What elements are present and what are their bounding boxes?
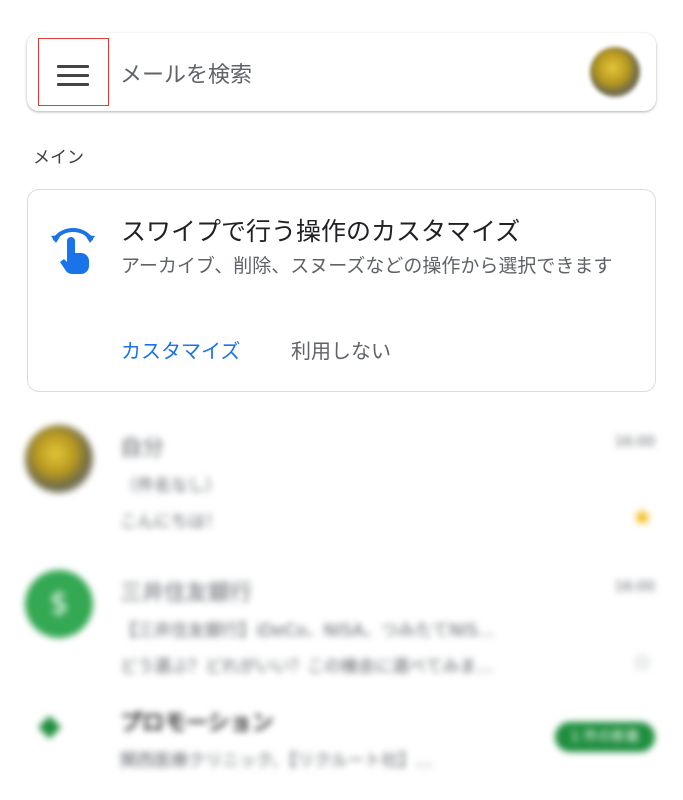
- sender: 三井住友銀行: [120, 581, 253, 606]
- new-count-badge: 1 件の新着: [555, 722, 655, 752]
- account-avatar[interactable]: [590, 47, 640, 97]
- sender: 自分: [120, 436, 165, 461]
- subject: 【三井住友銀行】iDeCo、NISA、つみたてNIS…: [120, 621, 495, 641]
- time: 16:00: [614, 434, 655, 450]
- time: 16:00: [614, 579, 655, 595]
- email-list: 自分 16:00 （件名なし） こんにちは！ ★ $ 三井住友銀行 16:00 …: [0, 405, 683, 800]
- snippet: こんにちは！: [120, 512, 222, 532]
- star-icon[interactable]: ★: [631, 503, 653, 531]
- avatar: $: [25, 570, 93, 638]
- card-title: スワイプで行う操作のカスタマイズ: [121, 217, 521, 246]
- snippet: 関西医療クリニック、【リクルート社】…: [120, 751, 433, 771]
- subject: （件名なし）: [120, 476, 222, 496]
- avatar: [25, 425, 93, 493]
- search-input[interactable]: メールを検索: [120, 57, 252, 89]
- hamburger-icon: [57, 65, 89, 68]
- search-bar[interactable]: メールを検索: [27, 33, 656, 111]
- card-description: アーカイブ、削除、スヌーズなどの操作から選択できます: [121, 255, 613, 277]
- swipe-tip-card: スワイプで行う操作のカスタマイズ アーカイブ、削除、スヌーズなどの操作から選択で…: [27, 189, 656, 392]
- menu-button[interactable]: [38, 38, 109, 106]
- star-icon[interactable]: ☆: [631, 648, 653, 676]
- snippet: どう選ぶ？どれがいい？この機会に選べてみま…: [120, 657, 494, 677]
- swipe-gesture-icon: [51, 228, 95, 274]
- sender: プロモーション: [120, 711, 274, 736]
- customize-button[interactable]: カスタマイズ: [121, 335, 240, 364]
- tag-icon: ◆: [38, 708, 62, 743]
- section-label: メイン: [33, 148, 84, 168]
- dismiss-button[interactable]: 利用しない: [291, 335, 391, 364]
